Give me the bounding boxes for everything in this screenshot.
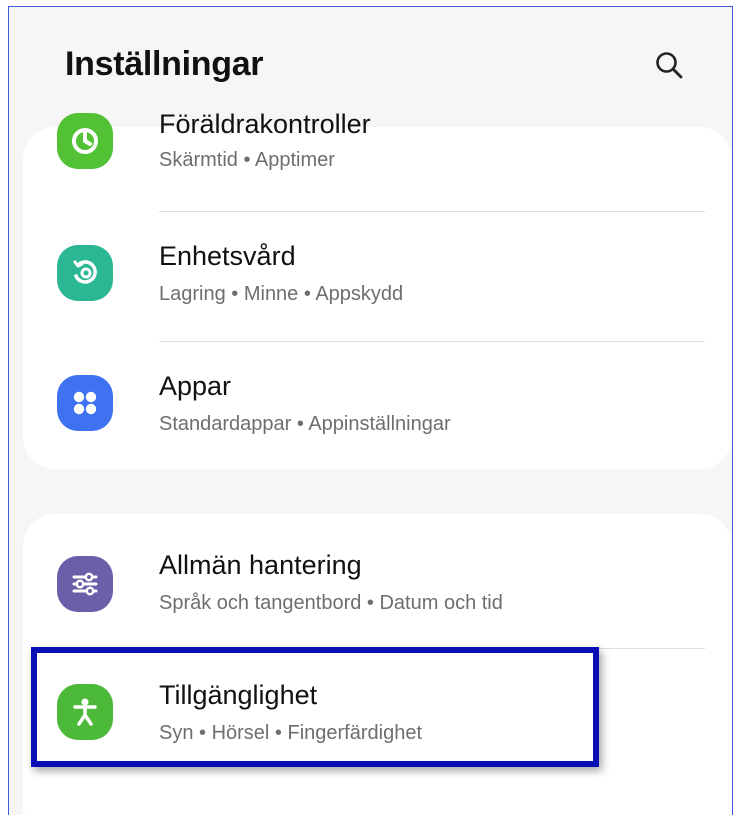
settings-item-label: Enhetsvård — [159, 241, 296, 271]
divider — [159, 341, 705, 342]
page-title: Inställningar — [65, 45, 264, 83]
settings-item-subtitle: Standardappar • Appinställningar — [159, 413, 451, 435]
settings-item-label: Allmän hantering — [159, 550, 362, 580]
settings-item-subtitle: Syn • Hörsel • Fingerfärdighet — [159, 722, 423, 744]
settings-item-device-care[interactable]: Enhetsvård Lagring • Minne • Appskydd — [23, 213, 732, 333]
divider — [159, 211, 705, 212]
settings-group-1: Föräldrakontroller Skärmtid • Apptimer E… — [23, 109, 732, 469]
apps-icon — [57, 375, 113, 431]
settings-item-subtitle: Språk och tangentbord • Datum och tid — [159, 592, 503, 614]
settings-item-subtitle: Lagring • Minne • Appskydd — [159, 283, 404, 305]
settings-item-accessibility[interactable]: Tillgänglighet Syn • Hörsel • Fingerfärd… — [23, 654, 732, 774]
device-care-icon — [57, 245, 113, 301]
accessibility-icon — [57, 684, 113, 740]
app-bar: Inställningar — [9, 7, 732, 111]
parental-controls-icon — [57, 113, 113, 169]
settings-item-general-management[interactable]: Allmän hantering Språk och tangentbord •… — [23, 524, 732, 644]
settings-item-label: Föräldrakontroller — [159, 109, 371, 139]
search-icon — [656, 52, 683, 79]
settings-group-3 — [23, 807, 732, 815]
settings-screen: Föräldrakontroller Skärmtid • Apptimer E… — [8, 6, 733, 815]
search-button[interactable] — [647, 43, 691, 87]
divider — [159, 648, 705, 649]
settings-item-subtitle: Skärmtid • Apptimer — [159, 149, 335, 171]
general-management-icon — [57, 556, 113, 612]
settings-item-label: Appar — [159, 371, 232, 401]
settings-group-2: Allmän hantering Språk och tangentbord •… — [23, 514, 732, 814]
settings-item-apps[interactable]: Appar Standardappar • Appinställningar — [23, 343, 732, 463]
settings-item-label: Tillgänglighet — [159, 680, 318, 710]
